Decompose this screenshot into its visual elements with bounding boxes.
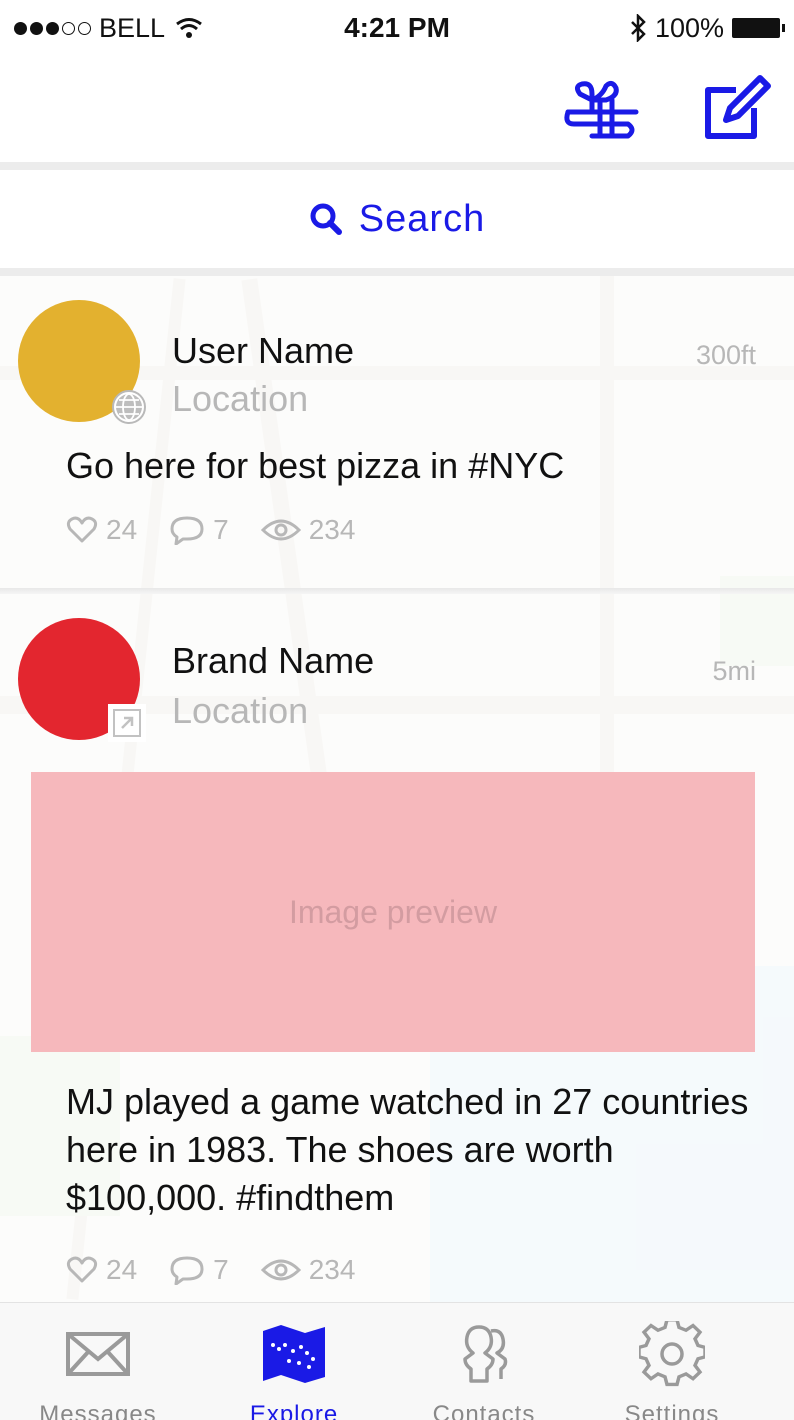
tab-messages[interactable]: Messages (28, 1321, 168, 1420)
bluetooth-icon (631, 14, 646, 42)
heart-icon (66, 1256, 98, 1283)
search-icon (310, 203, 342, 235)
post-location[interactable]: Location (172, 378, 308, 420)
status-bar: BELL 4:21 PM 100% (0, 0, 794, 58)
tab-label: Explore (249, 1401, 339, 1420)
compose-button[interactable] (696, 68, 776, 148)
view-stat: 234 (260, 514, 356, 546)
comment-icon (170, 516, 204, 545)
comment-count: 7 (213, 514, 229, 545)
globe-icon (112, 390, 146, 424)
view-count: 234 (308, 514, 356, 545)
status-right: 100% (629, 12, 785, 44)
post-text: Go here for best pizza in #NYC (66, 445, 565, 486)
map-icon (263, 1325, 325, 1383)
divider (0, 162, 794, 170)
tab-settings[interactable]: Settings (602, 1321, 742, 1420)
search-bar[interactable]: Search (0, 170, 794, 268)
comment-stat[interactable]: 7 (169, 1254, 229, 1286)
heart-icon (66, 516, 98, 543)
envelope-icon (66, 1332, 130, 1376)
eye-icon (260, 519, 301, 541)
tab-explore[interactable]: Explore (224, 1321, 364, 1420)
gift-button[interactable] (562, 72, 642, 144)
contacts-icon (463, 1325, 508, 1383)
like-stat[interactable]: 24 (66, 514, 137, 546)
tab-bar: Messages Explore Contacts Settings (0, 1302, 794, 1420)
post-stats: 24 7 234 (66, 1254, 387, 1286)
like-count: 24 (106, 1254, 138, 1285)
post-distance: 300ft (695, 340, 756, 370)
post-author-name[interactable]: Brand Name (172, 640, 374, 682)
comment-icon (170, 1256, 204, 1285)
tab-contacts[interactable]: Contacts (414, 1321, 554, 1420)
tab-label: Settings (624, 1401, 720, 1420)
search-label: Search (358, 197, 486, 240)
external-link-icon (113, 709, 141, 737)
tab-label: Contacts (432, 1401, 536, 1420)
battery-percent: 100% (654, 12, 724, 43)
eye-icon (260, 1259, 301, 1281)
divider (0, 268, 794, 276)
battery-icon (732, 18, 785, 38)
feed-post[interactable]: User Name Location 300ft Go here for bes… (0, 290, 794, 590)
post-author-name[interactable]: User Name (172, 330, 354, 372)
view-stat: 234 (260, 1254, 356, 1286)
comment-stat[interactable]: 7 (169, 514, 229, 546)
comment-count: 7 (213, 1254, 229, 1285)
compose-icon (705, 75, 771, 139)
like-count: 24 (106, 514, 138, 545)
gear-icon (639, 1321, 705, 1387)
feed-post[interactable]: Brand Name Location 5mi Image preview MJ… (0, 600, 794, 1300)
tab-label: Messages (39, 1401, 157, 1420)
like-stat[interactable]: 24 (66, 1254, 137, 1286)
post-location[interactable]: Location (172, 690, 308, 732)
post-text: MJ played a game watched in 27 countries… (66, 1081, 749, 1218)
avatar-badge (108, 704, 146, 742)
avatar-badge (110, 388, 148, 426)
post-stats: 24 7 234 (66, 514, 387, 546)
post-separator (0, 588, 794, 594)
view-count: 234 (308, 1254, 356, 1285)
image-preview[interactable]: Image preview (31, 772, 755, 1052)
top-nav (0, 58, 794, 162)
image-preview-label: Image preview (288, 893, 498, 930)
gift-icon (564, 80, 639, 139)
post-distance: 5mi (712, 656, 756, 686)
